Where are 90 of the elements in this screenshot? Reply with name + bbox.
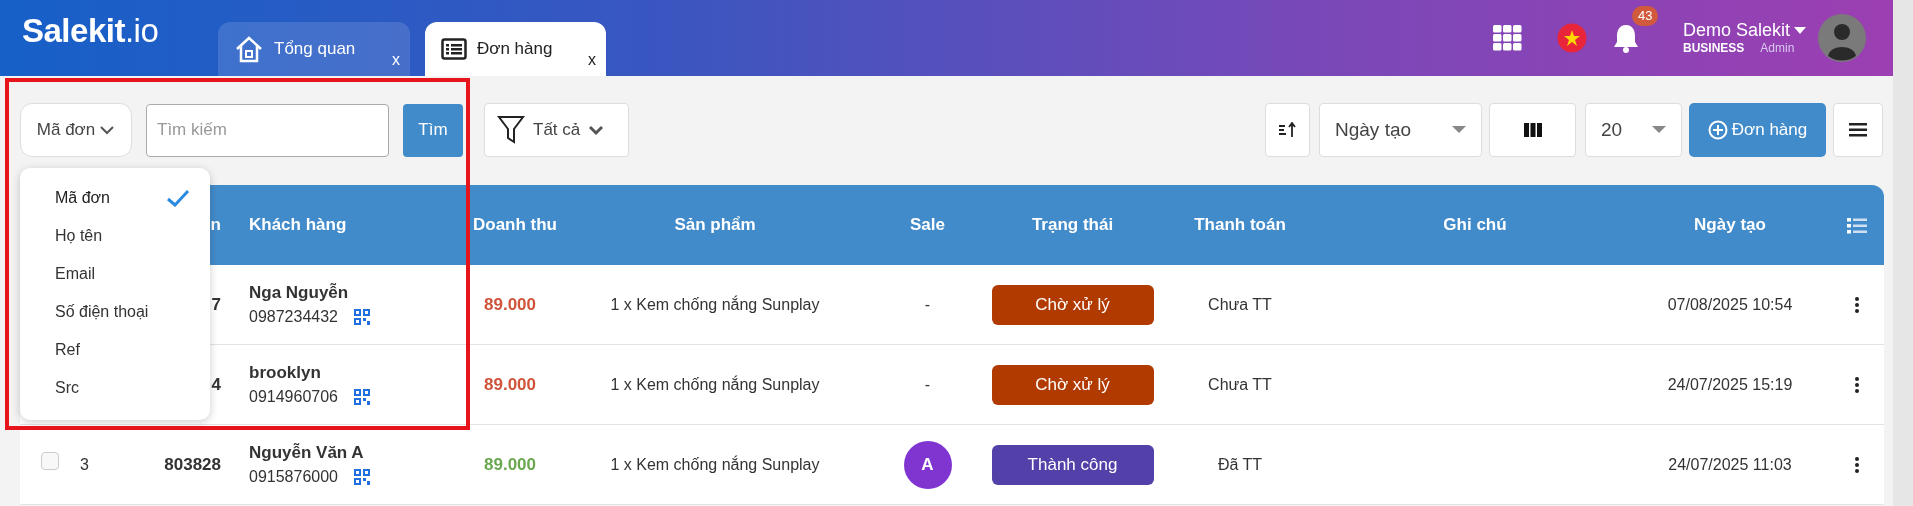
- close-tab-button[interactable]: x: [588, 52, 596, 68]
- status-badge: Chờ xử lý: [991, 284, 1154, 325]
- plus-circle-icon: [1707, 120, 1728, 140]
- caret-icon[interactable]: [1794, 26, 1807, 35]
- tab[interactable]: Tổng quan x: [218, 22, 410, 76]
- list-icon: [441, 38, 467, 60]
- phone-number: 0987234432: [249, 307, 338, 328]
- tab[interactable]: Đơn hàng x: [425, 22, 606, 76]
- column-list-icon[interactable]: [1847, 217, 1867, 234]
- sort-field-select[interactable]: Ngày tạo: [1319, 103, 1482, 157]
- column-header[interactable]: Khách hàng: [249, 215, 347, 235]
- user-name[interactable]: Demo Salekit: [1683, 20, 1791, 41]
- order-code: 7: [211, 294, 221, 314]
- avatar[interactable]: [1818, 14, 1867, 62]
- column-header[interactable]: Thanh toán: [1194, 215, 1286, 235]
- menu-icon: [1849, 123, 1867, 137]
- dropdown-item[interactable]: Họ tên: [20, 217, 210, 255]
- chevron-icon: [588, 123, 605, 137]
- more-options-icon[interactable]: [1854, 376, 1860, 395]
- product-name: 1 x Kem chống nắng Sunplay: [610, 375, 820, 393]
- column-header[interactable]: Sale: [910, 215, 945, 235]
- scrollbar[interactable]: [1893, 0, 1913, 506]
- sort-direction-button[interactable]: [1265, 103, 1310, 157]
- plan-label: BUSINESS: [1683, 40, 1745, 56]
- columns-icon: [1523, 123, 1542, 137]
- phone-number: 0915876000: [249, 467, 338, 488]
- payment-status: Chưa TT: [1208, 295, 1272, 313]
- logo: Salekit.io: [22, 11, 159, 51]
- column-header[interactable]: Ngày tạo: [1694, 215, 1766, 235]
- revenue-amount: 89.000: [484, 374, 536, 394]
- dropdown-item[interactable]: Ref: [20, 331, 210, 369]
- role-label: Admin: [1760, 40, 1795, 56]
- status-badge: Chờ xử lý: [991, 364, 1154, 405]
- column-header[interactable]: Ghi chú: [1443, 215, 1507, 235]
- notification-count: 43: [1632, 6, 1659, 27]
- chevron-icon: [99, 123, 116, 137]
- revenue-amount: 89.000: [484, 294, 536, 314]
- tab-label: Đơn hàng: [477, 38, 553, 61]
- filter-icon: [497, 115, 525, 145]
- column-header[interactable]: Trạng thái: [1031, 215, 1114, 235]
- column-header[interactable]: Sản phẩm: [674, 215, 756, 235]
- tab-label: Tổng quan: [274, 38, 356, 61]
- more-options-icon[interactable]: [1854, 456, 1860, 475]
- bell-icon[interactable]: [1612, 23, 1640, 53]
- add-order-button[interactable]: Đơn hàng: [1689, 103, 1826, 157]
- row-number: 3: [80, 455, 89, 473]
- dropdown-item[interactable]: Email: [20, 255, 210, 293]
- flag-icon[interactable]: [1557, 23, 1587, 53]
- search-by-select[interactable]: Mã đơn: [20, 103, 132, 157]
- created-date: 24/07/2025 11:03: [1668, 455, 1792, 473]
- revenue-amount: 89.000: [484, 454, 536, 474]
- sort-icon: [1278, 122, 1297, 138]
- home-icon: [234, 35, 264, 63]
- created-date: 24/07/2025 15:19: [1667, 375, 1793, 393]
- sale-avatar: A: [903, 440, 952, 489]
- created-date: 07/08/2025 10:54: [1667, 295, 1793, 313]
- phone-number: 0914960706: [249, 387, 338, 408]
- caret-icon: [1452, 126, 1466, 134]
- close-tab-button[interactable]: x: [392, 52, 400, 68]
- order-code: 4: [211, 374, 221, 394]
- payment-status: Đã TT: [1217, 455, 1263, 473]
- columns-button[interactable]: [1489, 103, 1576, 157]
- caret-icon: [1652, 126, 1666, 134]
- product-name: 1 x Kem chống nắng Sunplay: [610, 295, 820, 313]
- status-badge: Thành công: [991, 444, 1154, 485]
- menu-button[interactable]: [1833, 103, 1883, 157]
- row-checkbox[interactable]: [41, 452, 59, 470]
- column-header[interactable]: Doanh thu: [472, 215, 557, 235]
- dropdown-item[interactable]: Số điện thoại: [20, 293, 210, 331]
- search-button[interactable]: Tìm: [403, 103, 463, 157]
- column-header[interactable]: n: [210, 215, 221, 235]
- dropdown-item[interactable]: Src: [20, 369, 210, 407]
- qr-code-icon[interactable]: [354, 389, 370, 406]
- filter-button[interactable]: Tất cả: [484, 103, 629, 157]
- sale-value: -: [924, 375, 931, 393]
- more-options-icon[interactable]: [1854, 296, 1860, 315]
- apps-grid-icon[interactable]: [1493, 25, 1522, 51]
- check-icon: [166, 189, 190, 207]
- dropdown-item[interactable]: Mã đơn: [20, 179, 210, 217]
- page-size-select[interactable]: 20: [1585, 103, 1682, 157]
- product-name: 1 x Kem chống nắng Sunplay: [610, 455, 820, 473]
- sale-value: -: [924, 295, 931, 313]
- customer-name: Nga Nguyễn: [249, 281, 350, 304]
- qr-code-icon[interactable]: [354, 309, 370, 326]
- search-field[interactable]: Tìm kiếm: [146, 103, 389, 157]
- order-code: 803828: [164, 454, 221, 474]
- payment-status: Chưa TT: [1208, 375, 1272, 393]
- customer-name: Nguyễn Văn A: [249, 441, 365, 464]
- customer-name: brooklyn: [249, 361, 322, 384]
- qr-code-icon[interactable]: [354, 469, 370, 486]
